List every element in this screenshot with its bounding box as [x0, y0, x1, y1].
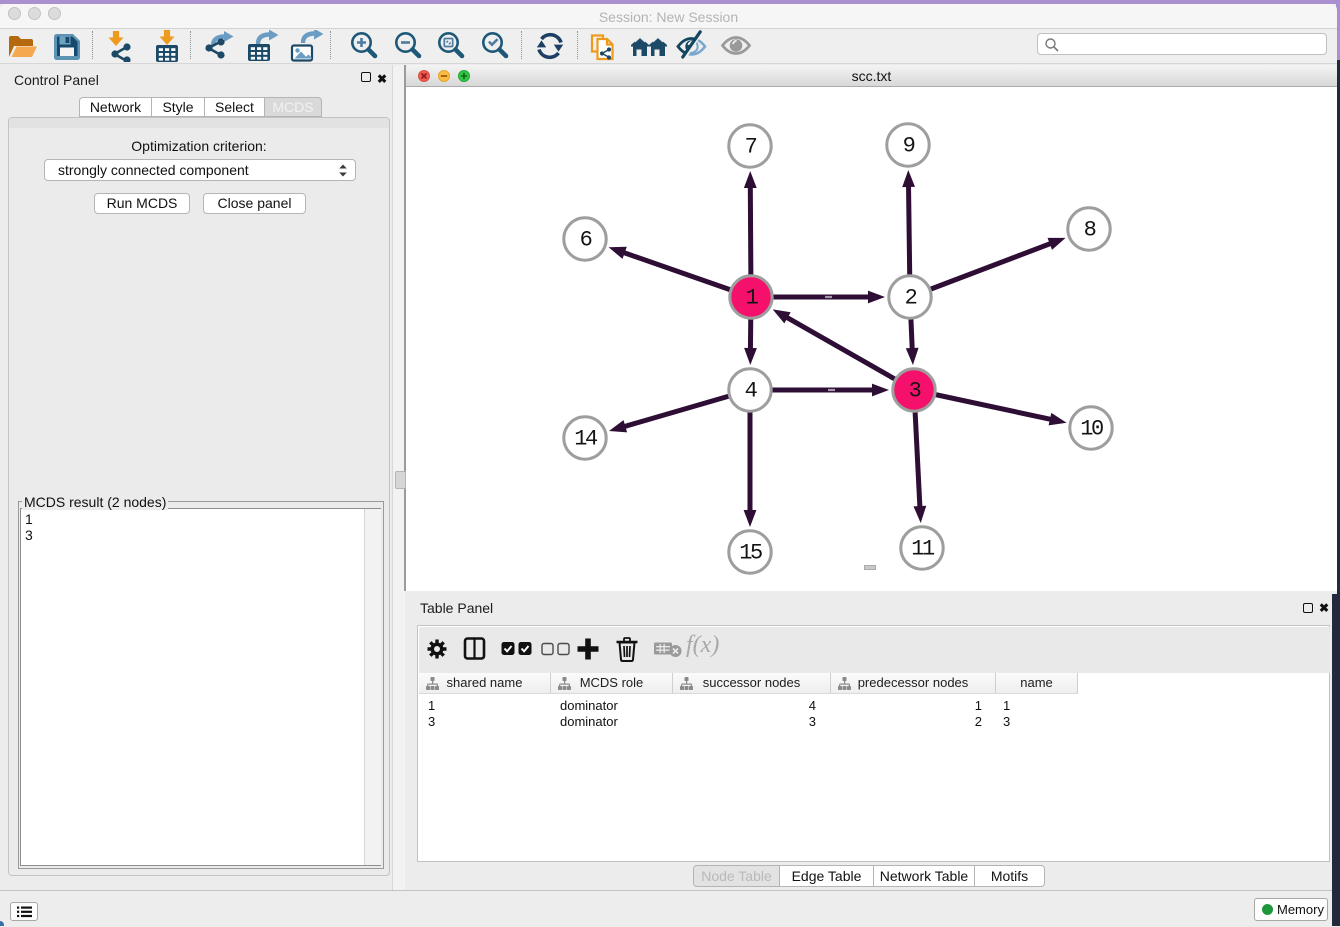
svg-text:14: 14 [574, 427, 598, 452]
svg-text:10: 10 [1080, 417, 1103, 442]
svg-text:15: 15 [739, 541, 762, 566]
svg-text:7: 7 [745, 135, 757, 160]
svg-text:9: 9 [903, 134, 915, 159]
svg-text:6: 6 [580, 228, 592, 253]
svg-text:2: 2 [905, 286, 917, 311]
svg-text:3: 3 [909, 379, 921, 404]
svg-text:8: 8 [1084, 218, 1096, 243]
svg-text:11: 11 [911, 537, 935, 562]
